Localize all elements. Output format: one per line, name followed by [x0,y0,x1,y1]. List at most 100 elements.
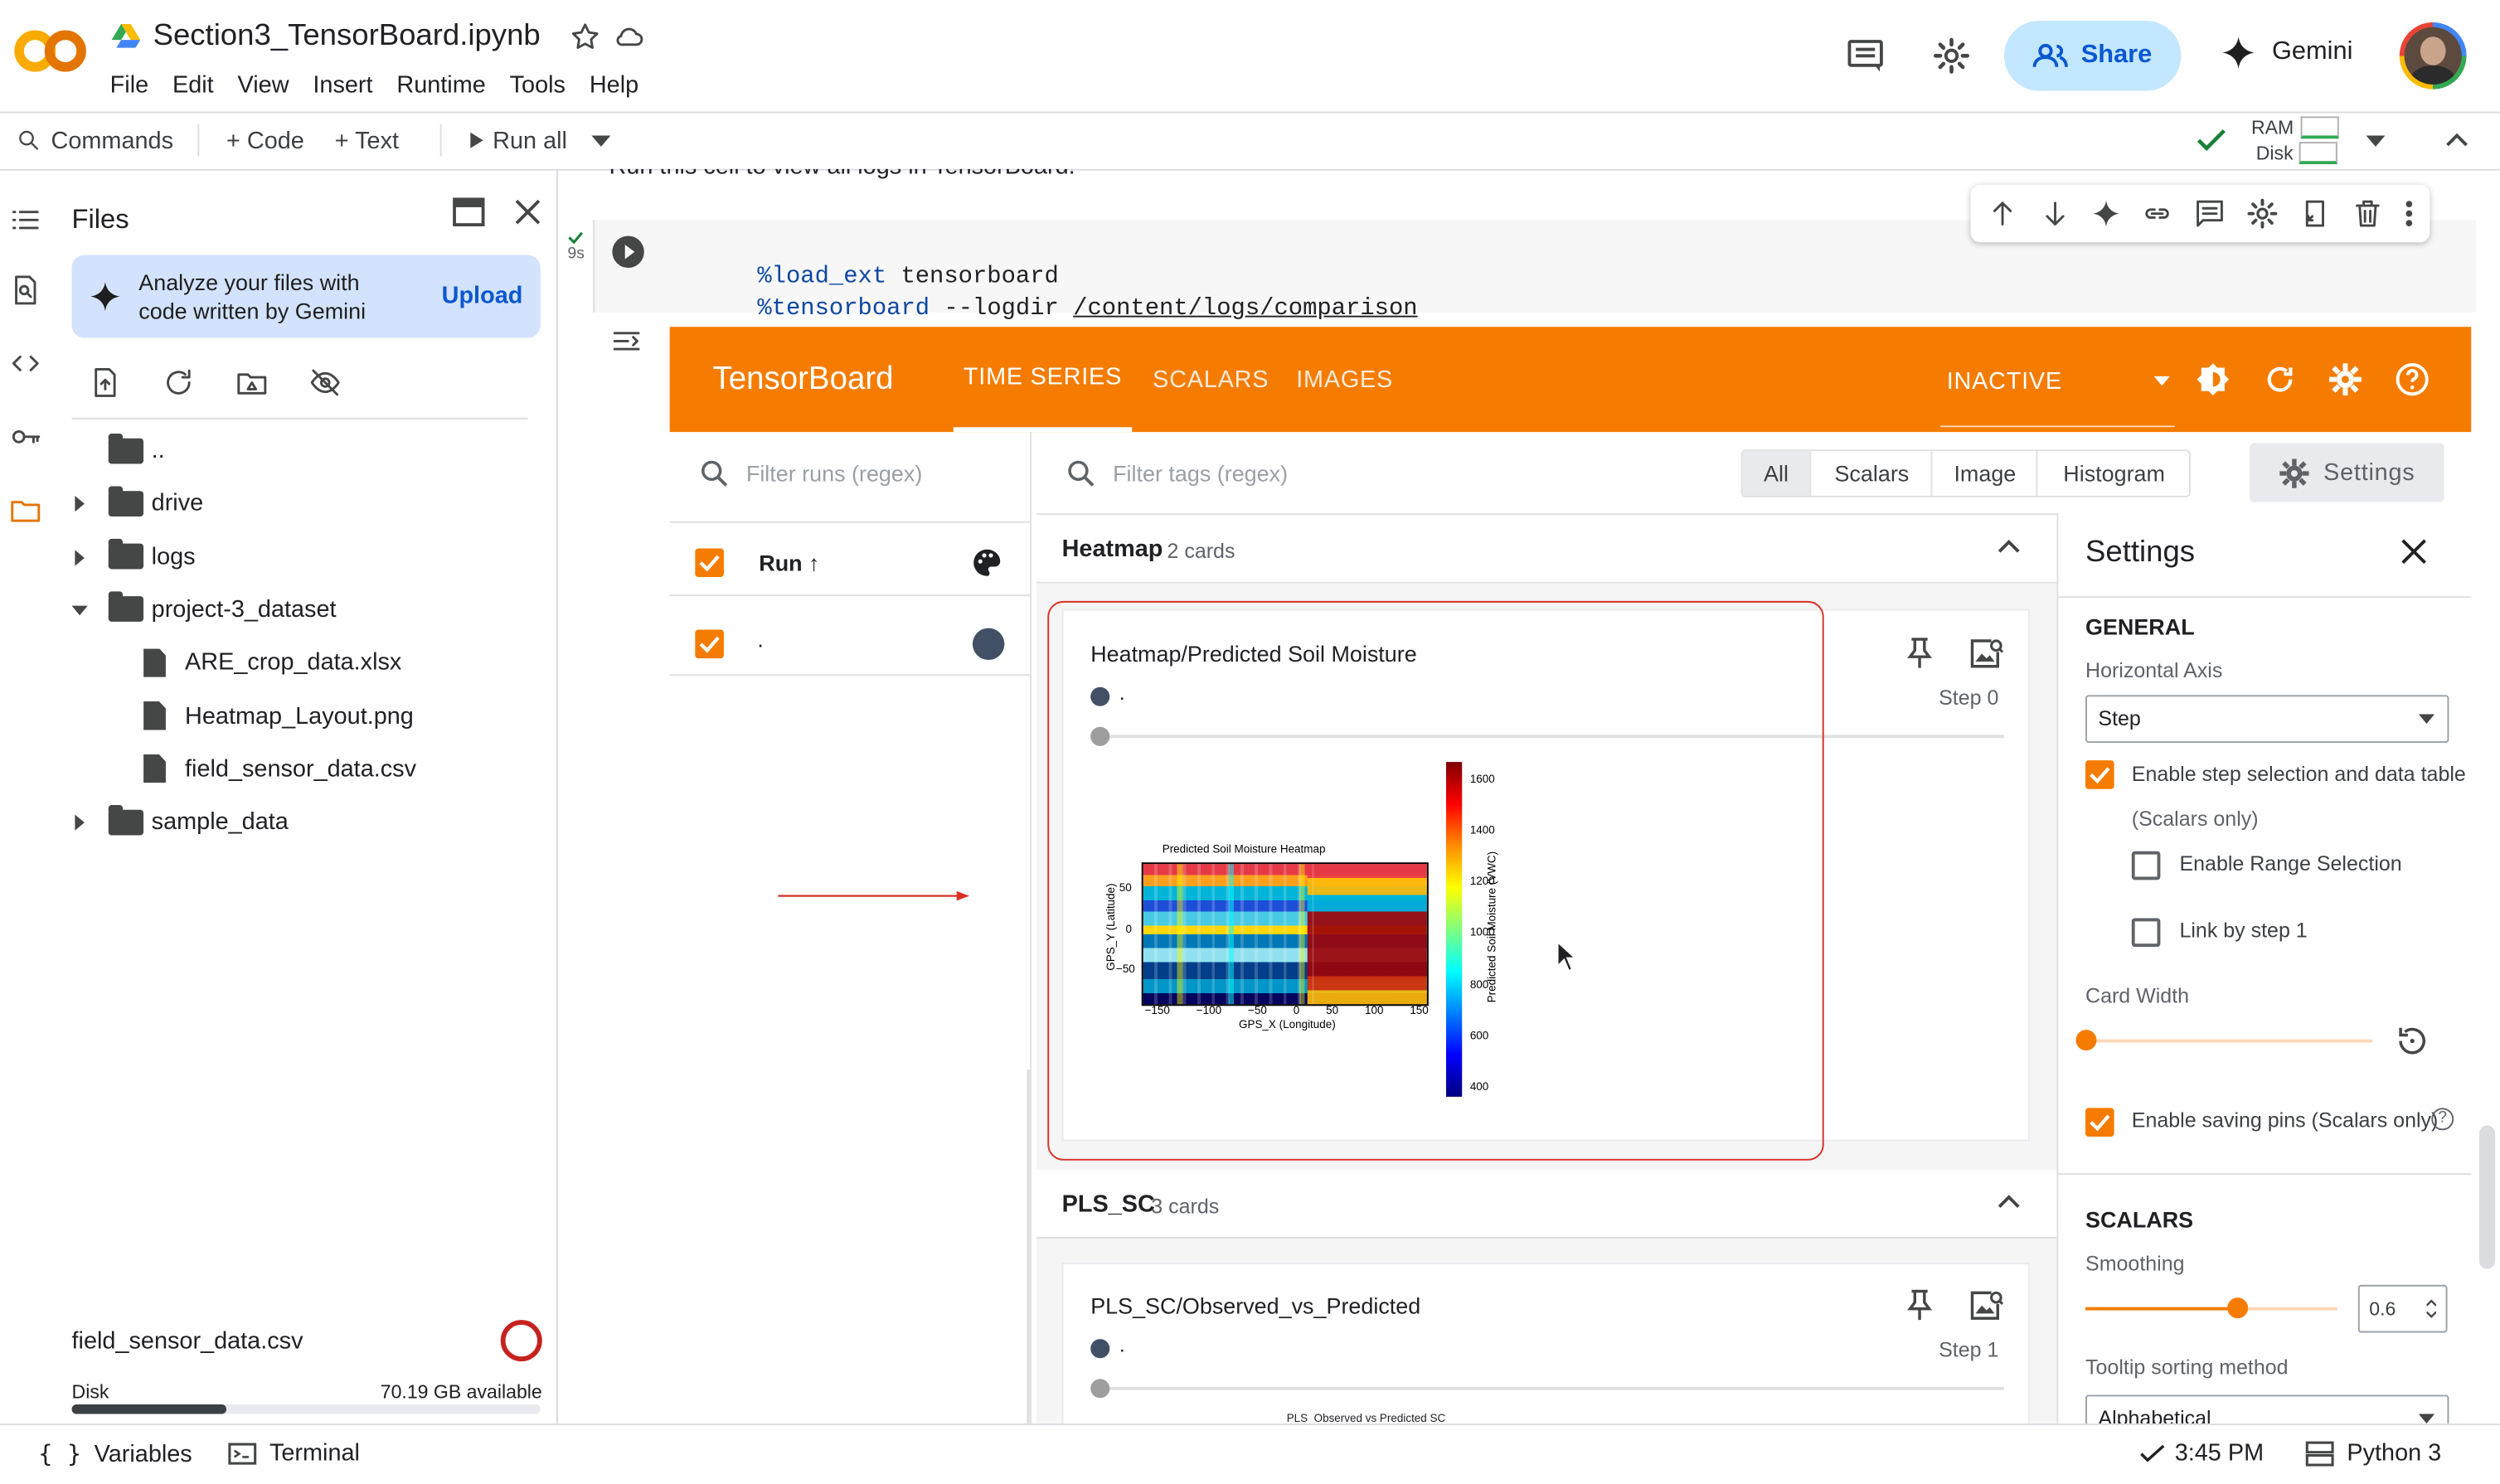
more-options-icon[interactable] [2405,197,2415,229]
caret-right-icon[interactable] [72,549,88,565]
link-by-step-checkbox[interactable] [2131,918,2161,948]
cell-settings-icon[interactable] [2246,197,2278,229]
filter-all[interactable]: All [1742,451,1810,496]
output-actions-icon[interactable] [610,325,642,356]
plugin-status-select[interactable]: INACTIVE [1940,327,2175,428]
menu-view[interactable]: View [238,72,289,99]
menu-edit[interactable]: Edit [172,72,214,99]
upload-file-icon[interactable] [90,366,121,398]
pin-icon[interactable] [1907,1289,1933,1322]
filter-image[interactable]: Image [1930,451,2038,496]
menu-insert[interactable]: Insert [313,72,372,99]
filter-scalars[interactable]: Scalars [1809,451,1932,496]
settings-toggle-button[interactable]: Settings [2250,443,2444,502]
image-fullsize-icon[interactable] [1969,638,2004,669]
cloud-saved-icon[interactable] [614,21,645,52]
refresh-icon[interactable] [163,366,194,398]
execution-status[interactable]: 3:45 PM [2139,1439,2264,1467]
help-circle-icon[interactable]: ? [2431,1108,2454,1131]
tooltip-sort-select[interactable]: Alphabetical [2085,1394,2449,1427]
menu-runtime[interactable]: Runtime [396,72,485,99]
file-tree-item[interactable]: sample_data [69,796,289,848]
delete-icon[interactable] [2352,197,2383,229]
file-tree-item[interactable]: drive [69,477,204,529]
run-all-button[interactable]: Run all [470,112,567,169]
file-tree-item[interactable]: .. [69,424,165,476]
range-selection-checkbox[interactable] [2131,851,2161,880]
caret-down-icon[interactable] [71,603,88,618]
palette-icon[interactable] [971,547,1002,579]
selected-file-row[interactable]: field_sensor_data.csv [72,1320,542,1362]
move-up-icon[interactable] [1987,197,2018,229]
link-icon[interactable] [2141,197,2172,229]
star-icon[interactable] [569,21,600,52]
hide-hidden-files-icon[interactable] [309,366,341,398]
gemini-sparkle-icon[interactable] [2092,199,2121,228]
comment-icon[interactable] [2194,197,2226,229]
image-fullsize-icon[interactable] [1969,1290,2004,1322]
help-icon[interactable] [2395,361,2430,396]
run-color-dot[interactable] [972,628,1005,661]
close-icon[interactable] [513,197,542,226]
add-code-button[interactable]: + Code [226,112,304,169]
file-tree-item[interactable]: field_sensor_data.csv [143,743,416,795]
open-in-tab-icon[interactable] [453,197,485,227]
smoothing-thumb[interactable] [2226,1297,2248,1319]
menu-tools[interactable]: Tools [510,72,566,99]
tab-images[interactable]: IMAGES [1296,327,1393,432]
connected-check-icon[interactable] [2196,126,2227,155]
caret-right-icon[interactable] [72,496,88,512]
card-width-slider[interactable] [2075,1030,2373,1051]
tab-time-series[interactable]: TIME SERIES [953,327,1133,433]
share-button[interactable]: Share [2003,20,2182,91]
file-tree-item[interactable]: logs [69,531,196,583]
mirror-cell-icon[interactable] [2299,197,2331,229]
user-avatar[interactable] [2399,22,2467,90]
table-of-contents-icon[interactable] [10,204,41,235]
card-width-thumb[interactable] [2075,1030,2097,1051]
theme-toggle-icon[interactable] [2196,361,2231,396]
group-header-heatmap[interactable]: Heatmap 2 cards [1036,515,2057,584]
step-slider-track[interactable] [1100,1386,2004,1390]
terminal-button[interactable]: Terminal [228,1439,360,1467]
run-all-dropdown-icon[interactable] [591,135,611,147]
close-settings-icon[interactable] [2401,539,2427,565]
menu-help[interactable]: Help [590,72,638,99]
commands-button[interactable]: Commands [16,112,173,169]
gemini-button[interactable]: Gemini [2221,35,2352,70]
collapse-header-icon[interactable] [2444,129,2470,148]
step-selection-checkbox[interactable] [2085,760,2114,789]
notebook-title[interactable]: Section3_TensorBoard.ipynb [153,19,541,54]
smoothing-input[interactable]: 0.6 [2357,1284,2448,1333]
horizontal-axis-select[interactable]: Step [2085,695,2449,744]
run-cell-button[interactable] [612,235,644,269]
runtime-dropdown-icon[interactable] [2366,135,2386,147]
mount-drive-icon[interactable] [236,366,268,398]
find-icon[interactable] [10,274,41,306]
colab-logo[interactable] [12,22,89,80]
caret-right-icon[interactable] [72,814,88,831]
reload-icon[interactable] [2264,363,2295,395]
files-folder-icon[interactable] [10,494,41,526]
settings-gear-icon[interactable] [1932,36,1970,75]
secrets-key-icon[interactable] [10,421,41,453]
file-tree-item[interactable]: project-3_dataset [69,584,337,636]
variables-button[interactable]: { } Variables [38,1439,192,1468]
resource-monitor[interactable]: RAM Disk [2251,114,2339,166]
comments-icon[interactable] [1847,38,1885,73]
reset-card-width-icon[interactable] [2395,1023,2430,1058]
group-header-pls-sc[interactable]: PLS_SC 3 cards [1036,1170,2057,1239]
filter-histogram[interactable]: Histogram [2036,451,2191,496]
move-down-icon[interactable] [2039,197,2070,229]
menu-file[interactable]: File [110,72,148,99]
tab-scalars[interactable]: SCALARS [1153,327,1269,432]
saving-pins-checkbox[interactable] [2085,1108,2114,1137]
run-checkbox[interactable] [695,629,724,659]
file-tree-item[interactable]: Heatmap_Layout.png [143,690,414,742]
tensorboard-brand[interactable]: TensorBoard [712,361,893,398]
select-all-runs-checkbox[interactable] [695,548,724,578]
kernel-status[interactable]: Python 3 [2305,1439,2441,1467]
step-slider-thumb[interactable] [1090,1379,1110,1399]
runs-filter-input[interactable]: Filter runs (regex) [698,458,922,489]
file-tree-item[interactable]: ARE_crop_data.xlsx [143,637,401,689]
